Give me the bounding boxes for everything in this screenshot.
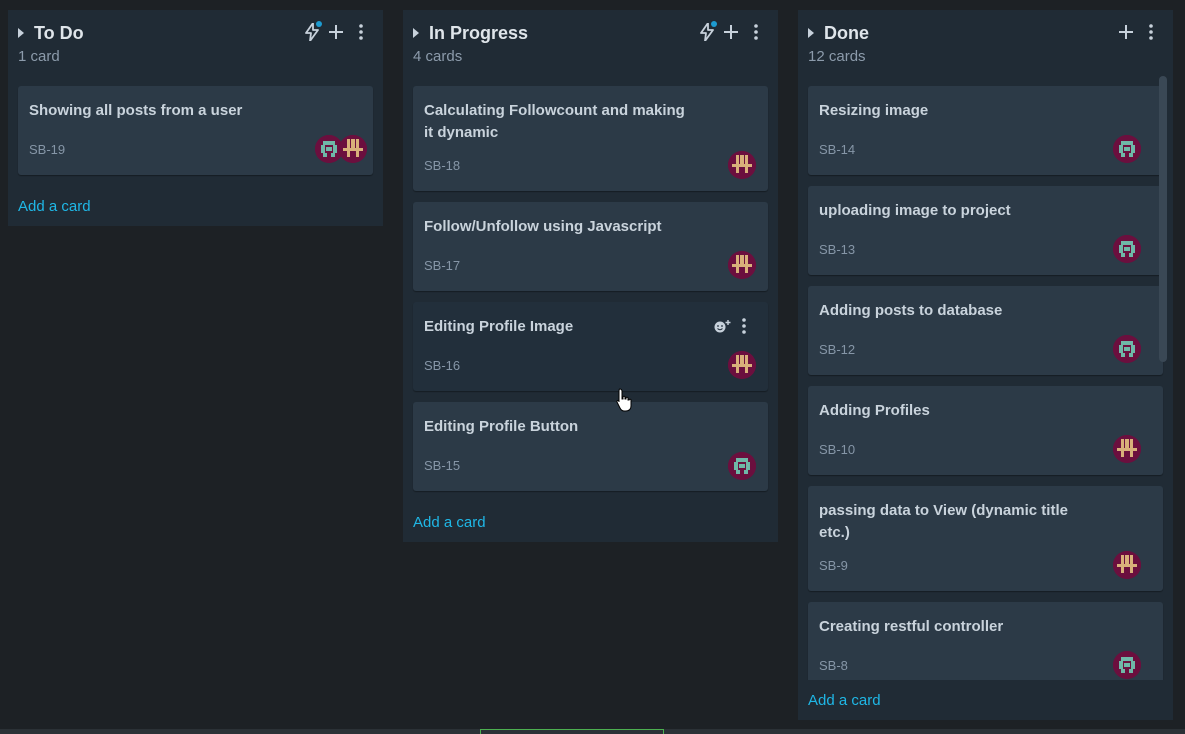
card[interactable]: Editing Profile Image SB-16 (413, 302, 768, 391)
card-title: Adding Profiles (819, 402, 930, 419)
card-key: SB-9 (819, 558, 848, 573)
avatar[interactable] (728, 251, 756, 279)
more-vertical-icon[interactable] (742, 318, 746, 339)
card-key: SB-10 (819, 442, 856, 457)
card-key: SB-17 (424, 258, 461, 273)
avatar[interactable] (1113, 335, 1141, 363)
board: To Do 1 card Showing all posts from a us… (0, 0, 1185, 734)
hand-pointer-icon (616, 388, 632, 417)
card-title: Calculating Followcount and making it dy… (424, 102, 685, 141)
emoji-add-icon[interactable] (714, 319, 732, 338)
card-key: SB-8 (819, 658, 848, 673)
column-header: Done 12 cards (798, 10, 1173, 80)
card-list: Resizing image SB-14 uploading image to … (798, 80, 1173, 680)
card[interactable]: Adding Profiles SB-10 (808, 386, 1163, 475)
avatar[interactable] (728, 452, 756, 480)
scrollbar[interactable] (1159, 76, 1167, 362)
card-title: Resizing image (819, 102, 929, 119)
caret-right-icon[interactable] (808, 28, 814, 38)
column-in-progress: In Progress 4 cards Calculating Followco… (403, 10, 778, 542)
card-key: SB-13 (819, 242, 856, 257)
card-title: Editing Profile Image (424, 318, 574, 335)
add-card-link[interactable]: Add a card (413, 514, 486, 531)
avatar[interactable] (339, 135, 367, 163)
avatar[interactable] (1113, 235, 1141, 263)
card-title: Editing Profile Button (424, 418, 579, 435)
card[interactable]: Follow/Unfollow using Javascript SB-17 (413, 202, 768, 291)
column-card-count: 4 cards (413, 48, 463, 65)
column-title: In Progress (429, 23, 529, 43)
card-title: Adding posts to database (819, 302, 1003, 319)
avatar[interactable] (728, 351, 756, 379)
card-title: Showing all posts from a user (29, 102, 243, 119)
card-key: SB-15 (424, 458, 461, 473)
column-title: Done (824, 23, 869, 43)
card[interactable]: Creating restful controller SB-8 (808, 602, 1163, 680)
notification-dot (316, 21, 322, 27)
bottom-tab[interactable] (480, 729, 664, 734)
avatar[interactable] (1113, 551, 1141, 579)
card-key: SB-16 (424, 358, 461, 373)
card[interactable]: Calculating Followcount and making it dy… (413, 86, 768, 191)
lightning-icon[interactable] (302, 21, 322, 42)
plus-icon[interactable] (721, 22, 741, 42)
more-vertical-icon[interactable] (746, 22, 766, 42)
more-vertical-icon[interactable] (1141, 22, 1161, 42)
card-title: Follow/Unfollow using Javascript (424, 218, 662, 235)
avatar[interactable] (1113, 435, 1141, 463)
lightning-icon[interactable] (697, 21, 717, 42)
card-key: SB-14 (819, 142, 856, 157)
card[interactable]: Adding posts to database SB-12 (808, 286, 1163, 375)
card[interactable]: uploading image to project SB-13 (808, 186, 1163, 275)
avatar[interactable] (728, 151, 756, 179)
card[interactable]: passing data to View (dynamic title etc.… (808, 486, 1163, 591)
column-done: Done 12 cards Resizing image SB-14 uploa… (798, 10, 1173, 720)
column-card-count: 12 cards (808, 48, 866, 65)
card-key: SB-12 (819, 342, 856, 357)
avatar[interactable] (1113, 135, 1141, 163)
card-title: passing data to View (dynamic title etc.… (819, 502, 1068, 541)
card-key: SB-19 (29, 142, 66, 157)
card-key: SB-18 (424, 158, 461, 173)
card[interactable]: Showing all posts from a user SB-19 (18, 86, 373, 175)
card-title: Creating restful controller (819, 618, 1004, 635)
plus-icon[interactable] (1116, 22, 1136, 42)
card[interactable]: Editing Profile Button SB-15 (413, 402, 768, 491)
notification-dot (711, 21, 717, 27)
add-card-link[interactable]: Add a card (18, 198, 91, 215)
avatar[interactable] (1113, 651, 1141, 679)
more-vertical-icon[interactable] (351, 22, 371, 42)
column-card-count: 1 card (18, 48, 60, 65)
card-actions (714, 318, 746, 339)
add-card-link[interactable]: Add a card (808, 692, 881, 709)
column-header: To Do 1 card (8, 10, 383, 80)
card[interactable]: Resizing image SB-14 (808, 86, 1163, 175)
plus-icon[interactable] (326, 22, 346, 42)
column-todo: To Do 1 card Showing all posts from a us… (8, 10, 383, 226)
caret-right-icon[interactable] (18, 28, 24, 38)
column-header: In Progress 4 cards (403, 10, 778, 80)
column-title: To Do (34, 23, 84, 43)
caret-right-icon[interactable] (413, 28, 419, 38)
card-title: uploading image to project (819, 202, 1011, 219)
